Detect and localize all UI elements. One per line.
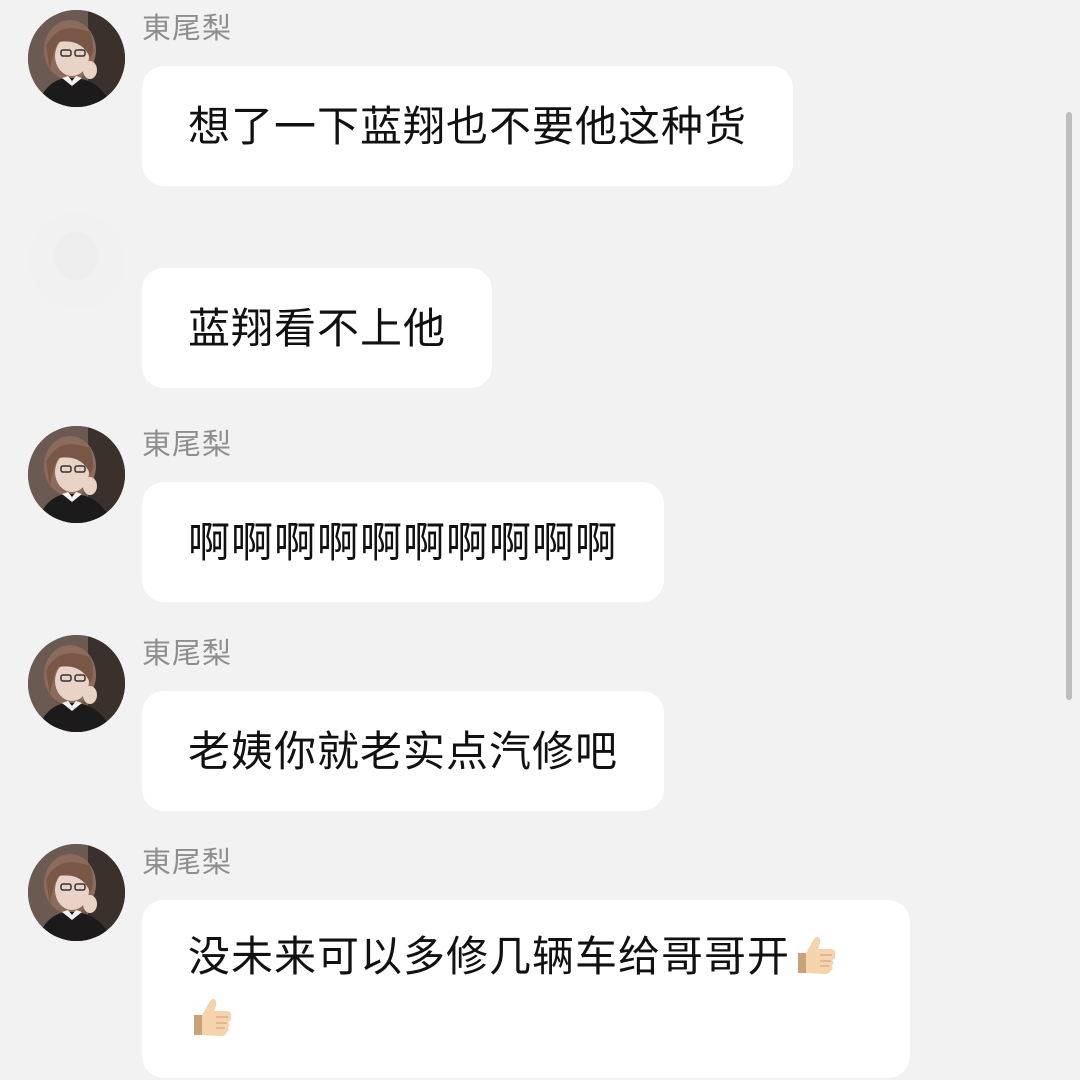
scrollbar[interactable] — [1066, 112, 1072, 700]
chat-message: 蓝翔看不上他 — [0, 210, 1040, 388]
chat-thread[interactable]: 東尾梨 想了一下蓝翔也不要他这种货 蓝翔看不上他 東尾梨 啊啊啊啊啊啊啊啊啊啊 … — [0, 0, 1080, 1080]
sender-avatar[interactable] — [28, 212, 125, 309]
sender-name: 東尾梨 — [142, 845, 233, 879]
sender-avatar[interactable] — [28, 426, 125, 523]
chat-message: 東尾梨 没未来可以多修几辆车给哥哥开 — [0, 842, 1040, 1080]
avatar-blank-icon — [28, 212, 125, 309]
thumbs-up-icon — [792, 931, 840, 979]
chat-message: 東尾梨 啊啊啊啊啊啊啊啊啊啊 — [0, 424, 1040, 602]
message-bubble[interactable]: 啊啊啊啊啊啊啊啊啊啊 — [142, 482, 665, 602]
sender-name: 東尾梨 — [142, 427, 233, 461]
avatar-portrait-icon — [28, 426, 125, 523]
message-bubble[interactable]: 想了一下蓝翔也不要他这种货 — [142, 66, 794, 186]
message-text: 没未来可以多修几辆车给哥哥开 — [188, 932, 791, 981]
sender-avatar[interactable] — [28, 10, 125, 107]
sender-avatar[interactable] — [28, 844, 125, 941]
message-bubble[interactable]: 没未来可以多修几辆车给哥哥开 — [142, 900, 910, 1078]
message-bubble[interactable]: 蓝翔看不上他 — [142, 268, 493, 388]
thumbs-up-icon — [188, 993, 236, 1041]
message-bubble[interactable]: 老姨你就老实点汽修吧 — [142, 691, 665, 811]
chat-message: 東尾梨 想了一下蓝翔也不要他这种货 — [0, 8, 1040, 186]
avatar-portrait-icon — [28, 844, 125, 941]
sender-name: 東尾梨 — [142, 11, 233, 45]
sender-name: 東尾梨 — [142, 636, 233, 670]
avatar-portrait-icon — [28, 635, 125, 732]
avatar-portrait-icon — [28, 10, 125, 107]
chat-message: 東尾梨 老姨你就老实点汽修吧 — [0, 633, 1040, 811]
sender-avatar[interactable] — [28, 635, 125, 732]
